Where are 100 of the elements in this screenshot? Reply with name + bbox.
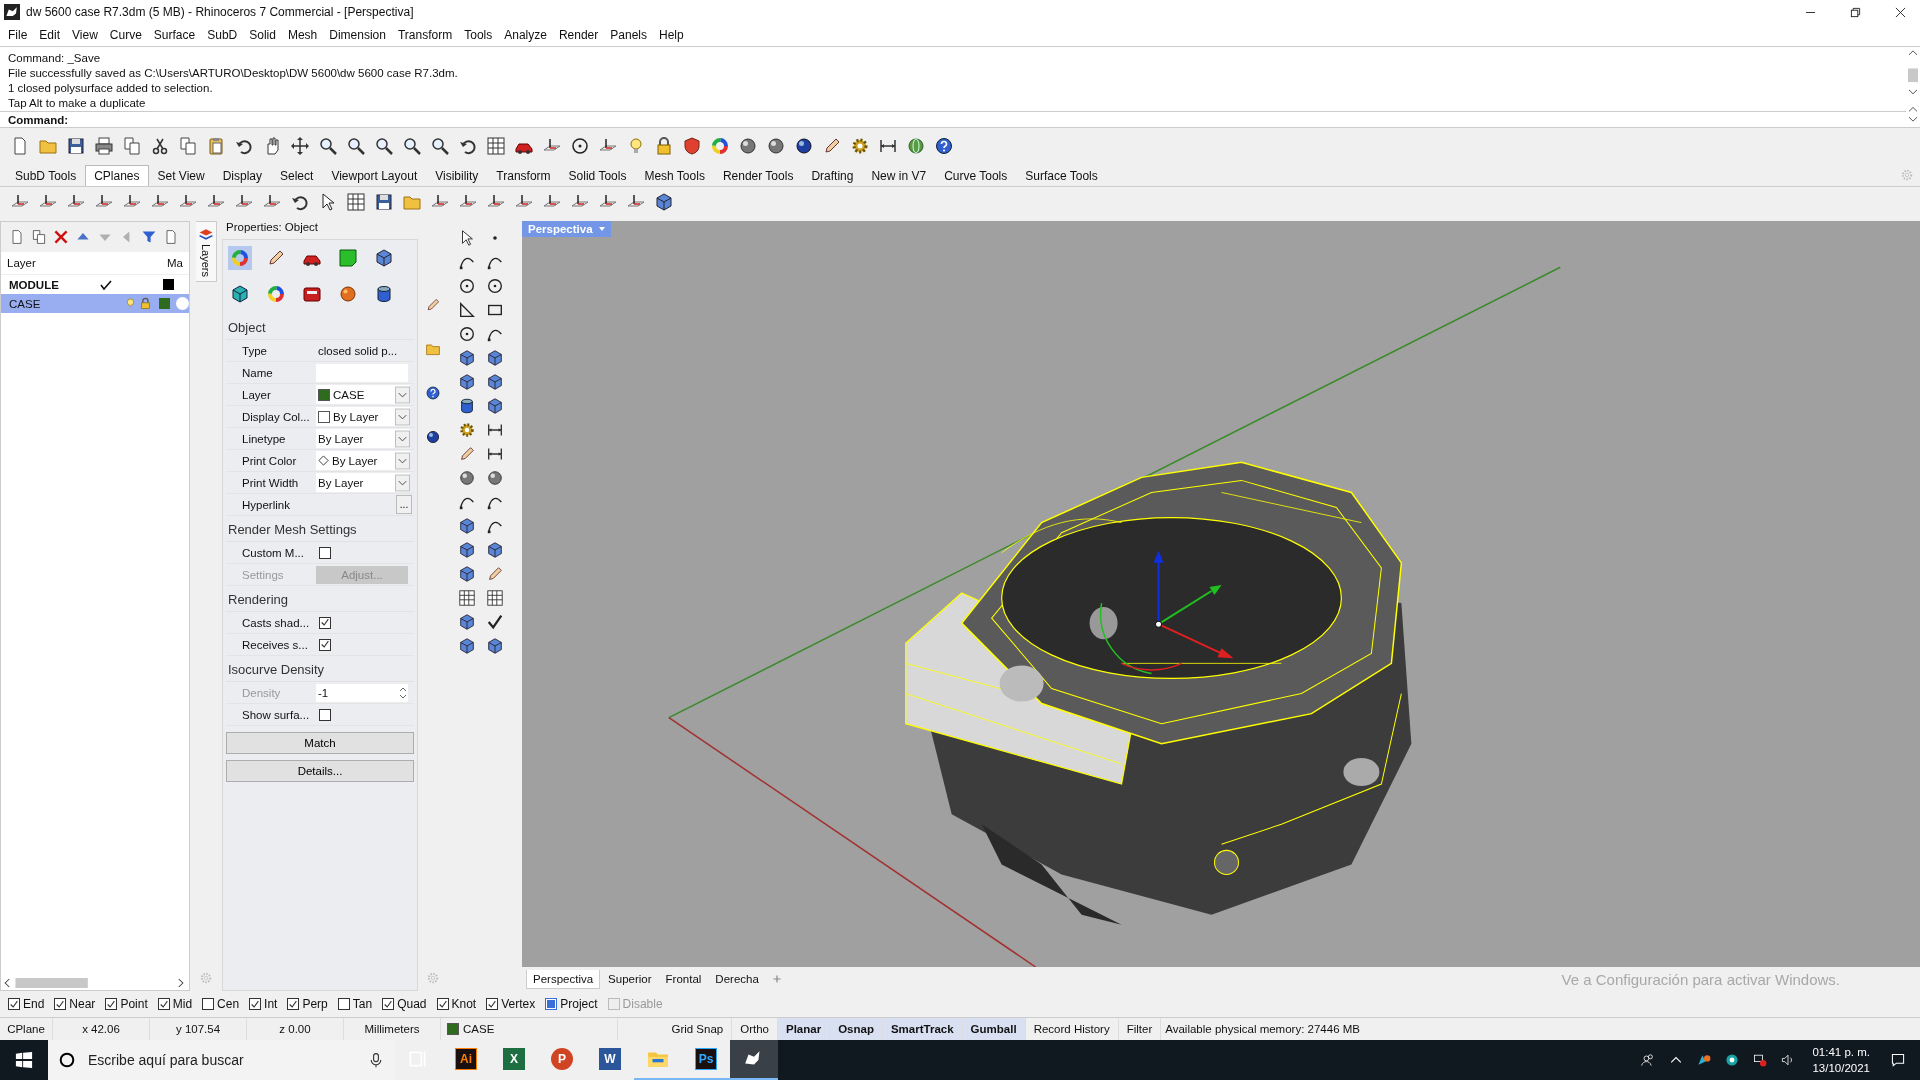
watch-case-drawing[interactable] [905, 461, 1412, 925]
grid-icon[interactable] [458, 589, 476, 607]
osnap-checkbox[interactable]: Project [545, 997, 598, 1011]
cube-icon[interactable] [458, 349, 476, 367]
osnap-checkbox[interactable]: Tan [337, 997, 373, 1011]
viewport-tab[interactable]: Frontal [659, 970, 708, 988]
toolbar-tab[interactable]: Render Tools [713, 165, 803, 186]
checkbox[interactable] [319, 546, 331, 559]
sphere-icon[interactable] [738, 136, 758, 156]
layer-label[interactable]: CASE [463, 1018, 495, 1040]
toolbar-tab[interactable]: Curve Tools [935, 165, 1017, 186]
dropdown[interactable]: By Layer [316, 429, 410, 448]
scissors-icon[interactable] [150, 136, 170, 156]
osnap-checkbox[interactable]: Perp [287, 997, 328, 1011]
toolbar-tab[interactable]: Drafting [802, 165, 863, 186]
toolbar-tab[interactable]: Visibility [426, 165, 488, 186]
cube-icon[interactable] [486, 637, 504, 655]
toolbar-tab[interactable]: Transform [487, 165, 560, 186]
menu-item[interactable]: Curve [105, 28, 150, 42]
status-toggle[interactable]: Planar [778, 1018, 831, 1040]
column-header[interactable]: Ma [167, 257, 183, 269]
osnap-checkbox[interactable]: Knot [436, 997, 477, 1011]
details-button[interactable]: Details... [226, 760, 414, 782]
status-toggle[interactable]: Osnap [830, 1018, 883, 1040]
zoom-icon[interactable] [318, 136, 338, 156]
osnap-checkbox[interactable]: End [8, 997, 45, 1011]
cube-icon[interactable] [458, 565, 476, 583]
toolbar-tab[interactable]: New in V7 [862, 165, 936, 186]
help-icon[interactable] [425, 385, 441, 401]
grid-icon[interactable] [346, 192, 366, 212]
page-icon[interactable] [163, 229, 179, 245]
cube-icon[interactable] [458, 541, 476, 559]
menu-item[interactable]: SubD [203, 28, 246, 42]
layer-row[interactable]: MODULE [1, 275, 189, 294]
sphere-icon[interactable] [794, 136, 814, 156]
menu-item[interactable]: Panels [606, 28, 655, 42]
menu-item[interactable]: Render [554, 28, 607, 42]
cube-icon[interactable] [458, 373, 476, 391]
layer-color[interactable] [163, 279, 174, 290]
globe-icon[interactable] [906, 136, 926, 156]
menu-item[interactable]: Analyze [500, 28, 555, 42]
taskbar-app[interactable]: Ai [442, 1040, 490, 1080]
microphone-icon[interactable] [368, 1052, 384, 1068]
toolbar-tab[interactable]: Surface Tools [1016, 165, 1107, 186]
clock-time[interactable]: 01:41 p. m. [1812, 1044, 1870, 1060]
cube-icon[interactable] [458, 613, 476, 631]
color-wheel-icon[interactable] [710, 136, 730, 156]
move-icon[interactable] [290, 136, 310, 156]
toolbar-tab[interactable]: Mesh Tools [635, 165, 714, 186]
zoom-icon[interactable] [402, 136, 422, 156]
circle-icon[interactable] [458, 277, 476, 295]
toolbar-tab[interactable]: Select [271, 165, 323, 186]
network-icon[interactable] [1752, 1052, 1769, 1068]
taskbar-app[interactable]: Ps [682, 1040, 730, 1080]
copy-icon[interactable] [178, 136, 198, 156]
search-field[interactable]: Escribe aquí para buscar [86, 1051, 358, 1069]
save-icon[interactable] [374, 192, 394, 212]
cube-icon[interactable] [458, 637, 476, 655]
column-header[interactable]: Layer [1, 257, 167, 269]
menu-item[interactable]: Dimension [325, 28, 394, 42]
printer-icon[interactable] [94, 136, 114, 156]
search-box[interactable]: Escribe aquí para buscar [48, 1040, 394, 1080]
delete-icon[interactable] [53, 229, 69, 245]
material-swatch[interactable] [176, 297, 189, 310]
osnap-checkbox[interactable]: Near [54, 997, 96, 1011]
scrollbar[interactable] [1906, 47, 1920, 125]
gear-icon[interactable] [850, 136, 870, 156]
dropdown[interactable]: By Layer [316, 451, 410, 470]
cylinder-icon[interactable] [458, 397, 476, 415]
checkbox[interactable] [319, 638, 331, 651]
name-field[interactable] [316, 363, 408, 382]
osnap-checkbox[interactable]: Int [249, 997, 278, 1011]
viewport-tab[interactable]: Superior [602, 970, 658, 988]
zoom-icon[interactable] [374, 136, 394, 156]
clock-date[interactable]: 13/10/2021 [1812, 1060, 1870, 1076]
dropdown[interactable]: CASE [316, 385, 410, 404]
menu-item[interactable]: Solid [245, 28, 284, 42]
layer-color[interactable] [159, 298, 171, 309]
menu-item[interactable]: Transform [393, 28, 461, 42]
osnap-checkbox[interactable]: Vertex [486, 997, 536, 1011]
cube-icon[interactable] [486, 541, 504, 559]
osnap-checkbox[interactable]: Cen [202, 997, 240, 1011]
pencil-icon[interactable] [822, 136, 842, 156]
triangle-icon[interactable] [458, 301, 476, 319]
viewport-tab[interactable]: Perspectiva [526, 969, 601, 989]
cube-icon[interactable] [654, 192, 674, 212]
restore-icon[interactable] [1850, 6, 1861, 18]
copy-icon[interactable] [31, 229, 47, 245]
filter-icon[interactable] [141, 229, 157, 245]
menu-item[interactable]: Mesh [283, 28, 326, 42]
osnap-checkbox[interactable]: Point [105, 997, 148, 1011]
menu-item[interactable]: Tools [460, 28, 501, 42]
sphere-icon[interactable] [458, 469, 476, 487]
shield-icon[interactable] [682, 136, 702, 156]
menu-item[interactable]: Surface [149, 28, 204, 42]
grid-icon[interactable] [486, 589, 504, 607]
clipboard-icon[interactable] [206, 136, 226, 156]
lock-icon[interactable] [139, 297, 153, 310]
check-icon[interactable] [486, 613, 504, 631]
cube-icon[interactable] [486, 373, 504, 391]
